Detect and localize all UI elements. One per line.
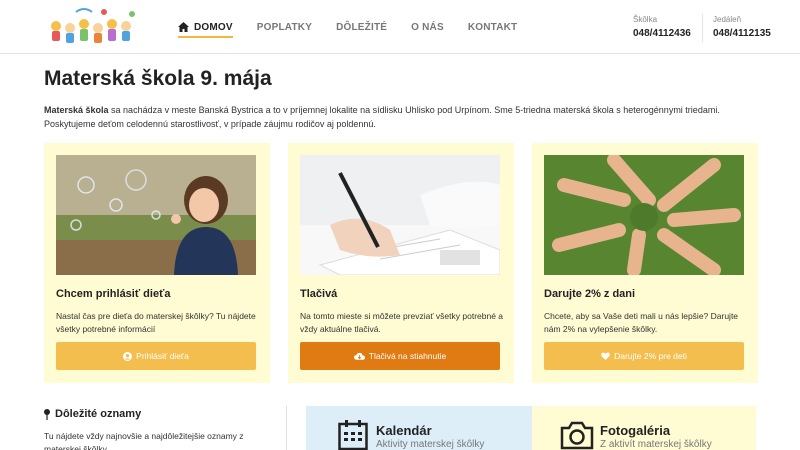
- button-label: Tlačivá na stiahnutie: [368, 351, 447, 361]
- button-label: Prihlásiť dieťa: [136, 351, 189, 361]
- tile-fotogaleria[interactable]: Fotogaléria Z aktivít materskej škôlky: [532, 406, 756, 450]
- notices-title: Dôležité oznamy: [55, 408, 142, 420]
- card-text: Na tomto mieste si môžete prevziať všetk…: [300, 311, 504, 334]
- nav-label: POPLATKY: [256, 21, 313, 33]
- card-prihlasit: Chcem prihlásiť dieťa Nastal čas pre die…: [44, 143, 270, 383]
- tlaciva-download-button[interactable]: Tlačivá na stiahnutie: [300, 342, 500, 370]
- contact-skolka: Škôlka 048/4112436: [633, 14, 691, 41]
- button-label: Darujte 2% pre deti: [614, 351, 687, 361]
- user-circle-icon: [123, 351, 133, 361]
- tile-title: Kalendár: [376, 423, 432, 438]
- intro-bold: Materská škola: [44, 105, 109, 115]
- contact-label: Škôlka: [633, 15, 658, 24]
- title-bold: Materská škola: [44, 67, 195, 90]
- nav-item-poplatky[interactable]: POPLATKY: [257, 0, 312, 54]
- nav-item-o-nas[interactable]: O NÁS: [411, 0, 444, 54]
- intro-text: Materská škola sa nachádza v meste Bansk…: [44, 104, 760, 132]
- intro-rest: sa nachádza v meste Banská Bystrica a to…: [44, 105, 720, 129]
- nav-item-kontakt[interactable]: KONTAKT: [468, 0, 518, 54]
- card-title: Tlačivá: [300, 288, 338, 300]
- tile-kalendar[interactable]: Kalendár Aktivity materskej škôlky: [306, 406, 532, 450]
- nav-label: DÔLEŽITÉ: [336, 21, 388, 33]
- contact-number[interactable]: 048/4112436: [633, 26, 691, 41]
- home-icon: [178, 22, 189, 32]
- tile-subtitle: Z aktivít materskej škôlky: [600, 439, 712, 450]
- site-header: DOMOV POPLATKY DÔLEŽITÉ O NÁS KONTAKT Šk…: [0, 0, 800, 54]
- camera-icon: [560, 421, 594, 450]
- tile-subtitle: Aktivity materskej škôlky: [376, 439, 485, 450]
- main-nav: DOMOV POPLATKY DÔLEŽITÉ O NÁS KONTAKT: [178, 0, 541, 54]
- site-logo[interactable]: [46, 6, 142, 48]
- card-image-child-bubbles: [56, 155, 256, 275]
- title-rest: 9. mája: [194, 67, 272, 90]
- card-darujte: Darujte 2% z dani Chcete, aby sa Vaše de…: [532, 143, 758, 383]
- card-title: Chcem prihlásiť dieťa: [56, 288, 171, 300]
- nav-item-dolezite[interactable]: DÔLEŽITÉ: [336, 0, 387, 54]
- card-image-hands-circle: [544, 155, 744, 275]
- pin-icon: [44, 408, 50, 420]
- calendar-icon: [338, 420, 368, 450]
- card-text: Chcete, aby sa Vaše deti mali u nás lepš…: [544, 311, 739, 334]
- prihlasit-dieta-button[interactable]: Prihlásiť dieťa: [56, 342, 256, 370]
- tile-title: Fotogaléria: [600, 423, 671, 438]
- card-text: Nastal čas pre dieťa do materskej škôlky…: [56, 311, 256, 334]
- page-title: Materská škola 9. mája: [44, 67, 272, 91]
- contact-label: Jedáleň: [713, 15, 742, 24]
- darujte-button[interactable]: Darujte 2% pre deti: [544, 342, 744, 370]
- cloud-download-icon: [353, 352, 365, 360]
- notices-heading: Dôležité oznamy: [44, 408, 141, 420]
- notices-text: Tu nájdete vždy najnovšie a najdôležitej…: [44, 431, 244, 450]
- heart-icon: [601, 352, 610, 360]
- card-title: Darujte 2% z dani: [544, 288, 636, 300]
- contact-number[interactable]: 048/4112135: [713, 26, 771, 41]
- nav-label: O NÁS: [411, 21, 444, 33]
- card-tlaciva: Tlačivá Na tomto mieste si môžete prevzi…: [288, 143, 514, 383]
- divider: [286, 406, 287, 450]
- nav-item-domov[interactable]: DOMOV: [178, 0, 233, 54]
- card-image-writing: [300, 155, 500, 275]
- nav-label: KONTAKT: [467, 21, 518, 33]
- nav-label: DOMOV: [194, 21, 233, 33]
- contact-jedalen: Jedáleň 048/4112135: [702, 14, 771, 42]
